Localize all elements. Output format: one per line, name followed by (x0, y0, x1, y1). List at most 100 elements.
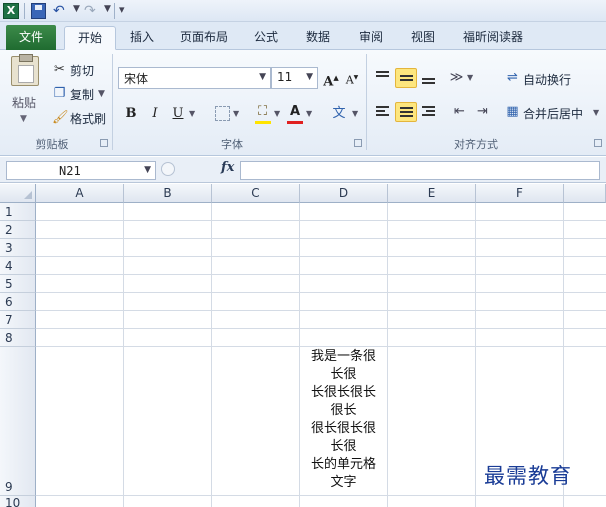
row-header-8[interactable]: 8 (0, 329, 36, 347)
font-color-button[interactable]: A (287, 102, 303, 122)
redo-dropdown-icon[interactable]: ▼ (104, 4, 111, 14)
gridline (36, 292, 606, 293)
row-header-7[interactable]: 7 (0, 311, 36, 329)
format-painter-icon[interactable]: 🖌 (52, 110, 69, 125)
copy-icon[interactable]: ❐ (52, 86, 67, 101)
font-color-bar (287, 121, 303, 124)
excel-app-icon[interactable]: X (3, 3, 19, 19)
underline-button[interactable]: U (169, 104, 187, 124)
column-header-e[interactable]: E (388, 184, 476, 203)
font-group-label: 字体 (221, 138, 243, 151)
tab-page-layout[interactable]: 页面布局 (172, 26, 236, 50)
tab-insert[interactable]: 插入 (122, 26, 162, 50)
font-launcher-icon[interactable] (354, 139, 362, 147)
cell-d9[interactable]: 我是一条很 长很 长很长很长 很长 很长很长很 长很 长的单元格 文字 (300, 348, 387, 492)
undo-icon[interactable]: ↶ (53, 3, 71, 19)
border-dropdown-icon[interactable]: ▼ (233, 109, 239, 118)
merge-center-icon[interactable]: ▦ (505, 104, 520, 119)
merge-center-button[interactable]: 合并后居中 (523, 105, 583, 122)
font-color-dropdown-icon[interactable]: ▼ (306, 109, 312, 118)
wrap-text-icon[interactable]: ⇌ (505, 70, 520, 85)
column-header-g[interactable] (564, 184, 606, 203)
watermark-logo: 最需教育 (484, 464, 572, 488)
ribbon-tabs: 文件 开始 插入 页面布局 公式 数据 审阅 视图 福昕阅读器 (0, 22, 606, 50)
cell-text-line: 我是一条很 (310, 349, 376, 364)
align-center-button[interactable] (395, 102, 417, 122)
row-header-10[interactable]: 10 (0, 496, 36, 507)
increase-indent-icon[interactable]: ⇥ (475, 104, 490, 119)
phonetic-button[interactable]: 文 (330, 104, 348, 124)
font-name-combobox[interactable]: 宋体 ▼ (118, 67, 271, 89)
orientation-icon[interactable]: ≫ (449, 70, 464, 85)
merge-dropdown-icon[interactable]: ▼ (593, 108, 599, 117)
copy-button[interactable]: 复制 (70, 86, 94, 103)
align-middle-button[interactable] (395, 68, 417, 88)
row-header-9[interactable]: 9 (0, 347, 36, 496)
decrease-indent-icon[interactable]: ⇤ (452, 104, 467, 119)
tab-foxit-reader[interactable]: 福昕阅读器 (455, 26, 531, 50)
row-header-1[interactable]: 1 (0, 203, 36, 221)
row-header-2[interactable]: 2 (0, 221, 36, 239)
underline-dropdown-icon[interactable]: ▼ (189, 109, 195, 118)
tab-home[interactable]: 开始 (64, 26, 116, 50)
tab-review[interactable]: 审阅 (351, 26, 391, 50)
wrap-text-button[interactable]: 自动换行 (523, 71, 571, 88)
chevron-down-icon[interactable]: ▼ (144, 165, 151, 175)
column-header-f[interactable]: F (476, 184, 564, 203)
row-header-6[interactable]: 6 (0, 293, 36, 311)
redo-icon[interactable]: ↷ (84, 3, 102, 19)
row-header-5[interactable]: 5 (0, 275, 36, 293)
scissors-icon[interactable]: ✂ (52, 62, 67, 77)
tab-view[interactable]: 视图 (403, 26, 443, 50)
align-right-button[interactable] (418, 102, 440, 122)
align-bottom-button[interactable] (418, 68, 440, 88)
clipboard-launcher-icon[interactable] (100, 139, 108, 147)
format-painter-button[interactable]: 格式刷 (70, 110, 106, 127)
paste-dropdown-icon[interactable]: ▼ (20, 114, 27, 124)
insert-function-icon[interactable]: fx (221, 160, 234, 175)
phonetic-dropdown-icon[interactable]: ▼ (352, 109, 358, 118)
group-separator (112, 54, 113, 150)
paste-button[interactable]: 粘贴 (12, 94, 36, 111)
italic-button[interactable]: I (146, 104, 164, 124)
gridline (211, 203, 212, 507)
fill-color-dropdown-icon[interactable]: ▼ (274, 109, 280, 118)
column-header-b[interactable]: B (124, 184, 212, 203)
align-left-button[interactable] (372, 102, 394, 122)
grow-font-button[interactable]: A▲ (322, 68, 340, 89)
formula-input[interactable] (240, 161, 600, 180)
tab-data[interactable]: 数据 (298, 26, 338, 50)
row-header-3[interactable]: 3 (0, 239, 36, 257)
border-icon[interactable] (215, 106, 230, 121)
paste-icon[interactable] (11, 54, 39, 86)
worksheet-grid[interactable]: A B C D E F 1 2 3 4 5 6 7 8 9 10 我是一条很 长… (0, 184, 606, 507)
tab-file[interactable]: 文件 (6, 25, 56, 50)
undo-dropdown-icon[interactable]: ▼ (73, 4, 80, 14)
align-top-button[interactable] (372, 68, 394, 88)
customize-qat-icon[interactable]: ▾ (119, 3, 125, 16)
gridline (36, 274, 606, 275)
name-box[interactable]: N21 ▼ (6, 161, 156, 180)
gridline (36, 310, 606, 311)
gridline (387, 203, 388, 507)
column-header-a[interactable]: A (36, 184, 124, 203)
copy-dropdown-icon[interactable]: ▼ (98, 89, 105, 99)
fill-color-icon[interactable]: ⛶ (255, 104, 270, 119)
alignment-launcher-icon[interactable] (594, 139, 602, 147)
cell-text-line: 长很长很长 (310, 385, 376, 400)
orientation-dropdown-icon[interactable]: ▼ (467, 73, 473, 82)
tab-formulas[interactable]: 公式 (246, 26, 286, 50)
chevron-down-icon[interactable]: ▼ (259, 72, 266, 82)
row-header-4[interactable]: 4 (0, 257, 36, 275)
bold-button[interactable]: B (122, 104, 140, 124)
clipboard-group-label: 剪贴板 (35, 138, 69, 151)
chevron-down-icon[interactable]: ▼ (306, 72, 313, 82)
save-icon[interactable] (31, 3, 46, 19)
cut-button[interactable]: 剪切 (70, 62, 94, 79)
select-all-corner[interactable] (0, 184, 36, 203)
shrink-font-button[interactable]: A▼ (344, 68, 360, 88)
font-size-combobox[interactable]: 11 ▼ (271, 67, 318, 89)
column-header-c[interactable]: C (212, 184, 300, 203)
column-header-d[interactable]: D (300, 184, 388, 203)
gridline (36, 220, 606, 221)
